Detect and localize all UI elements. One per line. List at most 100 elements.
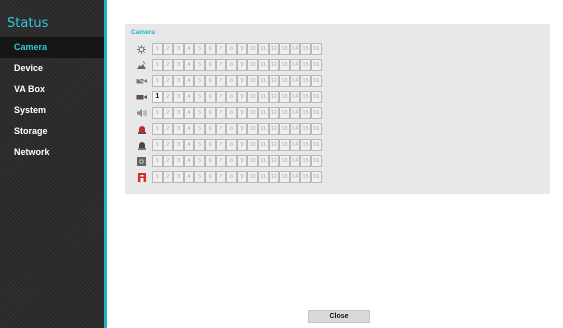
channel-cell: 15 bbox=[300, 59, 311, 71]
alarm-red-icon bbox=[135, 123, 148, 136]
channel-cell: 14 bbox=[289, 59, 301, 71]
status-row: 1 2 3 4 5 6 7 8 9 10 11 12 13 14 15 16 bbox=[135, 41, 322, 57]
channel-cell: 14 bbox=[289, 171, 301, 183]
channel-cell: 13 bbox=[279, 59, 290, 71]
channel-cell: 9 bbox=[236, 43, 248, 55]
channel-cell: 16 bbox=[310, 43, 322, 55]
channel-cells: 1 2 3 4 5 6 7 8 9 10 11 12 13 14 15 16 bbox=[152, 91, 322, 103]
channel-cell: 14 bbox=[289, 75, 301, 87]
channel-cell: 8 bbox=[226, 171, 237, 183]
channel-cell: 7 bbox=[215, 43, 227, 55]
channel-cell: 3 bbox=[173, 59, 184, 71]
channel-cell: 9 bbox=[236, 59, 248, 71]
channel-cell: 2 bbox=[162, 75, 174, 87]
channel-cell: 6 bbox=[204, 107, 216, 119]
sidebar-divider bbox=[104, 0, 107, 328]
channel-cell: 2 bbox=[162, 107, 174, 119]
channel-cell: 15 bbox=[300, 123, 311, 135]
channel-cell: 11 bbox=[257, 139, 269, 151]
channel-cell: 15 bbox=[300, 107, 311, 119]
channel-cell: 10 bbox=[247, 107, 258, 119]
covert-icon bbox=[135, 155, 148, 168]
channel-cell: 1 bbox=[152, 171, 163, 183]
channel-cells: 1 2 3 4 5 6 7 8 9 10 11 12 13 14 15 16 bbox=[152, 43, 322, 55]
sidebar-title: Status bbox=[7, 16, 49, 31]
channel-cell: 11 bbox=[257, 171, 269, 183]
channel-cell: 9 bbox=[236, 107, 248, 119]
channel-cell: 8 bbox=[226, 139, 237, 151]
channel-cell: 8 bbox=[226, 123, 237, 135]
channel-cell: 13 bbox=[279, 91, 290, 103]
channel-cell: 8 bbox=[226, 155, 237, 167]
channel-cell: 2 bbox=[162, 59, 174, 71]
channel-cell: 6 bbox=[204, 139, 216, 151]
channel-cell: 15 bbox=[300, 75, 311, 87]
channel-cell: 7 bbox=[215, 91, 227, 103]
channel-cell: 2 bbox=[162, 155, 174, 167]
channel-cell: 16 bbox=[310, 59, 322, 71]
channel-cell: 1 bbox=[152, 139, 163, 151]
panel-title: Camera bbox=[131, 29, 155, 36]
channel-cell: 9 bbox=[236, 75, 248, 87]
sidebar-item-system[interactable]: System bbox=[0, 100, 104, 121]
camera-status-grid: 1 2 3 4 5 6 7 8 9 10 11 12 13 14 15 16 1 2 3 4 5 6 7 8 9 10 11 12 13… bbox=[135, 41, 322, 185]
sidebar-item-network[interactable]: Network bbox=[0, 142, 104, 163]
channel-cell: 13 bbox=[279, 75, 290, 87]
video-loss-icon bbox=[135, 75, 148, 88]
channel-cell: 16 bbox=[310, 107, 322, 119]
channel-cell: 14 bbox=[289, 107, 301, 119]
channel-cell: 5 bbox=[194, 75, 205, 87]
channel-cell: 16 bbox=[310, 139, 322, 151]
channel-cell: 7 bbox=[215, 107, 227, 119]
channel-cell: 11 bbox=[257, 155, 269, 167]
channel-cell: 3 bbox=[173, 123, 184, 135]
channel-cell: 14 bbox=[289, 91, 301, 103]
channel-cell: 3 bbox=[173, 107, 184, 119]
channel-cell: 7 bbox=[215, 59, 227, 71]
channel-cell: 10 bbox=[247, 123, 258, 135]
channel-cell: 9 bbox=[236, 123, 248, 135]
channel-cell: 10 bbox=[247, 75, 258, 87]
status-row: 1 2 3 4 5 6 7 8 9 10 11 12 13 14 15 16 bbox=[135, 57, 322, 73]
channel-cell: 6 bbox=[204, 123, 216, 135]
camera-status-panel: Camera 1 2 3 4 5 6 7 8 9 10 11 12 13 14 15 16 1 2 3 4 5 6 7 8 9 1… bbox=[125, 24, 550, 194]
channel-cell: 4 bbox=[183, 91, 195, 103]
channel-cell: 3 bbox=[173, 75, 184, 87]
channel-cell: 7 bbox=[215, 155, 227, 167]
channel-cell: 15 bbox=[300, 171, 311, 183]
audio-icon bbox=[135, 107, 148, 120]
channel-cell: 9 bbox=[236, 155, 248, 167]
channel-cell: 11 bbox=[257, 123, 269, 135]
sidebar-item-storage[interactable]: Storage bbox=[0, 121, 104, 142]
sidebar-item-va-box[interactable]: VA Box bbox=[0, 79, 104, 100]
sidebar-item-camera[interactable]: Camera bbox=[0, 37, 104, 58]
channel-cells: 1 2 3 4 5 6 7 8 9 10 11 12 13 14 15 16 bbox=[152, 75, 322, 87]
channel-cell: 4 bbox=[183, 139, 195, 151]
close-button[interactable]: Close bbox=[308, 310, 370, 323]
channel-cell: 7 bbox=[215, 123, 227, 135]
channel-cell: 12 bbox=[268, 59, 280, 71]
channel-cell: 5 bbox=[194, 139, 205, 151]
channel-cell: 4 bbox=[183, 43, 195, 55]
channel-cell: 16 bbox=[310, 171, 322, 183]
channel-cell: 10 bbox=[247, 91, 258, 103]
channel-cell: 13 bbox=[279, 107, 290, 119]
channel-cell: 8 bbox=[226, 91, 237, 103]
channel-cell: 5 bbox=[194, 59, 205, 71]
channel-cells: 1 2 3 4 5 6 7 8 9 10 11 12 13 14 15 16 bbox=[152, 155, 322, 167]
channel-cell: 4 bbox=[183, 155, 195, 167]
channel-cell: 6 bbox=[204, 75, 216, 87]
camera-record-icon bbox=[135, 91, 148, 104]
channel-cell: 13 bbox=[279, 171, 290, 183]
channel-cell: 4 bbox=[183, 75, 195, 87]
channel-cell: 7 bbox=[215, 75, 227, 87]
channel-cell: 12 bbox=[268, 107, 280, 119]
channel-cell: 16 bbox=[310, 75, 322, 87]
channel-cell: 8 bbox=[226, 59, 237, 71]
channel-cell: 14 bbox=[289, 43, 301, 55]
channel-cell: 3 bbox=[173, 171, 184, 183]
channel-cell: 11 bbox=[257, 43, 269, 55]
sidebar-item-device[interactable]: Device bbox=[0, 58, 104, 79]
channel-cell: 10 bbox=[247, 43, 258, 55]
channel-cell: 3 bbox=[173, 139, 184, 151]
